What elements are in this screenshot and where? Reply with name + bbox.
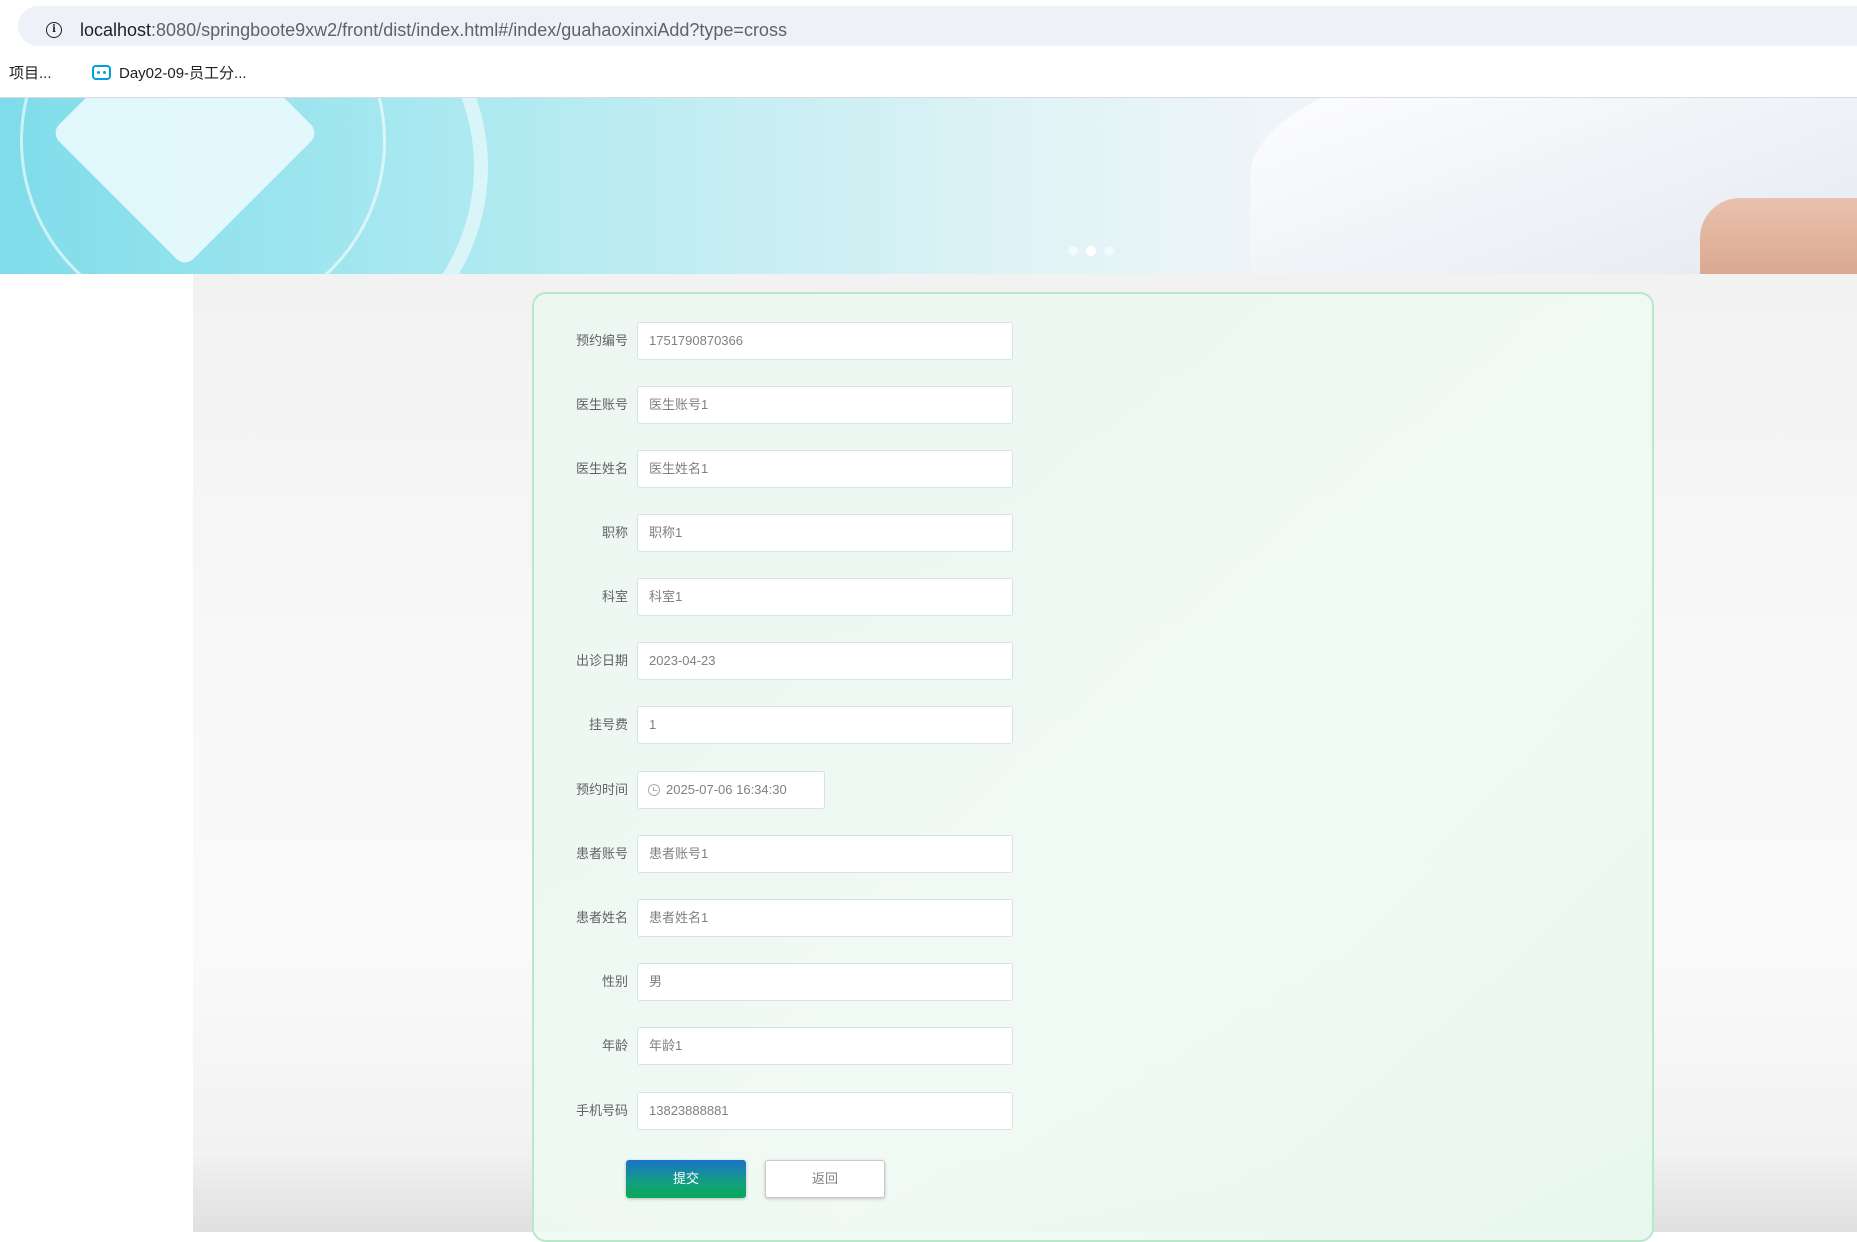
appointment-time-value: 2025-07-06 16:34:30: [666, 782, 787, 797]
visit-date-input[interactable]: 2023-04-23: [637, 642, 1013, 680]
submit-button[interactable]: 提交: [626, 1160, 746, 1198]
carousel-indicators: [1068, 246, 1114, 256]
carousel-dot-3[interactable]: [1104, 246, 1114, 256]
clock-icon: [648, 784, 660, 796]
url-path: :8080/springboote9xw2/front/dist/index.h…: [151, 20, 787, 40]
patient-account-input[interactable]: 患者账号1: [637, 835, 1013, 873]
banner-carousel: [0, 98, 1857, 274]
banner-hand-image: [1700, 198, 1857, 274]
field-label: 性别: [601, 974, 628, 989]
field-label: 手机号码: [575, 1103, 628, 1118]
site-info-icon[interactable]: i: [46, 22, 62, 38]
bilibili-tv-icon: [92, 65, 111, 80]
gender-input[interactable]: 男: [637, 963, 1013, 1001]
department-input[interactable]: 科室1: [637, 578, 1013, 616]
field-label: 医生账号: [575, 397, 628, 412]
title-input[interactable]: 职称1: [637, 514, 1013, 552]
field-label: 挂号费: [588, 717, 628, 732]
url-host: localhost: [80, 20, 152, 40]
field-label: 预约编号: [575, 333, 628, 348]
bookmark-label: Day02-09-员工分...: [119, 65, 247, 82]
field-label: 预约时间: [575, 782, 628, 797]
url-text[interactable]: localhost:8080/springboote9xw2/front/dis…: [80, 20, 787, 41]
appointment-no-input[interactable]: 1751790870366: [637, 322, 1013, 360]
patient-name-input[interactable]: 患者姓名1: [637, 899, 1013, 937]
bookmark-project[interactable]: 】项目...: [0, 62, 52, 83]
url-box[interactable]: i localhost:8080/springboote9xw2/front/d…: [18, 6, 1857, 46]
field-label: 患者姓名: [575, 910, 628, 925]
carousel-dot-1[interactable]: [1068, 246, 1078, 256]
carousel-dot-2[interactable]: [1086, 246, 1096, 256]
phone-input[interactable]: 13823888881: [637, 1092, 1013, 1130]
field-label: 出诊日期: [575, 653, 628, 668]
registration-fee-input[interactable]: 1: [637, 706, 1013, 744]
doctor-name-input[interactable]: 医生姓名1: [637, 450, 1013, 488]
bookmark-day02[interactable]: Day02-09-员工分...: [92, 62, 247, 83]
doctor-account-input[interactable]: 医生账号1: [637, 386, 1013, 424]
field-label: 医生姓名: [575, 461, 628, 476]
appointment-time-picker[interactable]: 2025-07-06 16:34:30: [637, 771, 825, 809]
appointment-form-card: 预约编号 1751790870366 医生账号 医生账号1 医生姓名 医生姓名1…: [532, 292, 1654, 1242]
field-label: 科室: [601, 589, 628, 604]
field-label: 患者账号: [575, 846, 628, 861]
address-bar: i localhost:8080/springboote9xw2/front/d…: [0, 0, 1857, 50]
field-label: 年龄: [601, 1038, 628, 1053]
age-input[interactable]: 年龄1: [637, 1027, 1013, 1065]
bookmarks-bar: 】项目... Day02-09-员工分...: [0, 50, 1857, 98]
field-label: 职称: [601, 525, 628, 540]
back-button[interactable]: 返回: [765, 1160, 885, 1198]
bookmark-label: 】项目...: [0, 65, 52, 82]
